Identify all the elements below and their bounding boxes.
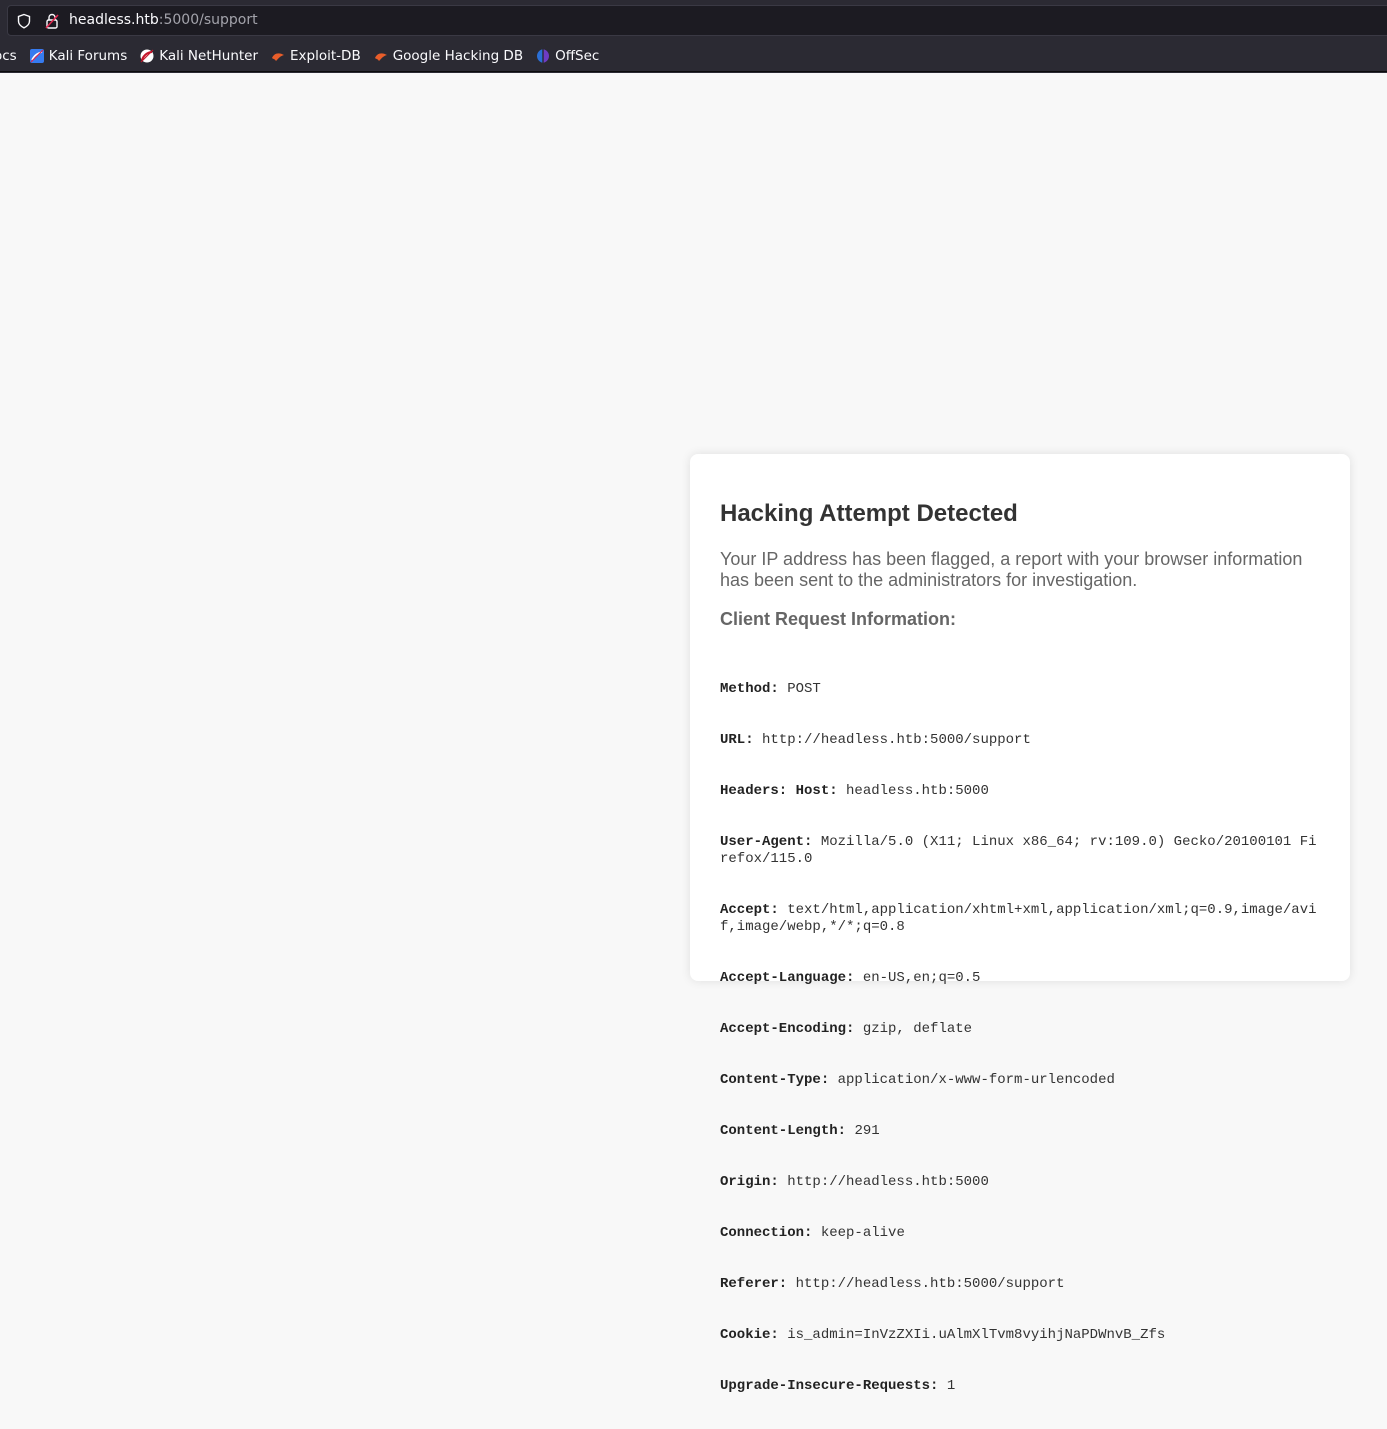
field-value: 1 (946, 1378, 956, 1394)
bookmark-label: Kali NetHunter (159, 47, 259, 64)
bookmark-label: Google Hacking DB (392, 47, 524, 64)
field-value: headless.htb:5000 (846, 783, 989, 799)
field-value: en-US,en;q=0.5 (862, 970, 981, 986)
field-key: Method: (720, 681, 779, 697)
request-info-list: Method: POST URL: http://headless.htb:50… (720, 647, 1320, 1429)
field-key: Content-Length: (720, 1123, 847, 1139)
request-field-user-agent: User-Agent: Mozilla/5.0 (X11; Linux x86_… (720, 834, 1320, 868)
request-field-content-length: Content-Length: 291 (720, 1123, 1320, 1140)
field-value: gzip, deflate (862, 1021, 973, 1037)
exploit-db-icon (272, 52, 285, 61)
field-key: Accept: (720, 902, 779, 918)
offsec-icon (537, 48, 550, 63)
field-value: application/x-www-form-urlencoded (837, 1072, 1115, 1088)
request-info-heading: Client Request Information: (720, 609, 957, 629)
field-value: http://headless.htb:5000/support (762, 732, 1031, 748)
browser-chrome: headless.htb:5000/support ocs Kali Forum… (0, 0, 1387, 73)
url-host: headless.htb (69, 12, 159, 28)
field-key: Cookie: (720, 1327, 779, 1343)
field-value: keep-alive (820, 1225, 905, 1241)
kali-forums-icon (29, 48, 44, 63)
request-field-accept-encoding: Accept-Encoding: gzip, deflate (720, 1021, 1320, 1038)
bookmark-google-hacking-db[interactable]: Google Hacking DB (373, 48, 523, 64)
alert-message: Your IP address has been flagged, a repo… (720, 549, 1303, 590)
bookmark-label: Exploit-DB (290, 47, 361, 64)
request-field-accept-language: Accept-Language: en-US,en;q=0.5 (720, 970, 1320, 987)
hacking-alert-card: Hacking Attempt Detected Your IP address… (690, 454, 1350, 1394)
bookmark-label: ocs (0, 47, 17, 64)
request-field-accept: Accept: text/html,application/xhtml+xml,… (720, 902, 1320, 936)
address-bar[interactable]: headless.htb:5000/support (7, 5, 1387, 36)
bookmark-docs[interactable]: ocs (0, 48, 17, 64)
field-value: http://headless.htb:5000 (787, 1174, 989, 1190)
kali-nethunter-icon (140, 49, 154, 62)
ghdb-icon (374, 52, 387, 61)
field-key: Upgrade-Insecure-Requests: (720, 1378, 939, 1394)
field-key: Connection: (720, 1225, 813, 1241)
field-key: Content-Type: (720, 1072, 830, 1088)
bookmark-offsec[interactable]: OffSec (535, 48, 599, 64)
field-key: Origin: (720, 1174, 779, 1190)
request-field-method: Method: POST (720, 681, 1320, 698)
bookmark-label: OffSec (555, 47, 600, 64)
insecure-lock-icon[interactable] (44, 12, 60, 30)
request-field-origin: Origin: http://headless.htb:5000 (720, 1174, 1320, 1191)
request-field-referer: Referer: http://headless.htb:5000/suppor… (720, 1276, 1320, 1293)
field-key: Headers: Host: (720, 783, 838, 799)
request-field-connection: Connection: keep-alive (720, 1225, 1320, 1242)
url-path: :5000/support (158, 12, 258, 28)
field-key: User-Agent: (720, 834, 813, 850)
alert-title: Hacking Attempt Detected (720, 500, 1018, 527)
url-text[interactable]: headless.htb:5000/support (69, 12, 258, 28)
bookmark-kali-forums[interactable]: Kali Forums (29, 47, 128, 64)
request-field-url: URL: http://headless.htb:5000/support (720, 732, 1320, 749)
request-field-host: Headers: Host: headless.htb:5000 (720, 783, 1320, 800)
field-key: Accept-Language: (720, 970, 855, 986)
field-value: http://headless.htb:5000/support (795, 1276, 1065, 1292)
field-key: URL: (720, 732, 754, 748)
request-field-content-type: Content-Type: application/x-www-form-url… (720, 1072, 1320, 1089)
field-key: Referer: (720, 1276, 788, 1292)
field-value: text/html,application/xhtml+xml,applicat… (720, 902, 1317, 935)
field-value: 291 (854, 1123, 880, 1139)
bookmark-exploit-db[interactable]: Exploit-DB (270, 48, 361, 64)
bookmark-kali-nethunter[interactable]: Kali NetHunter (139, 48, 258, 64)
field-value: is_admin=InVzZXIi.uAlmXlTvm8vyihjNaPDWnv… (787, 1327, 1166, 1343)
request-field-upgrade-insecure-requests: Upgrade-Insecure-Requests: 1 (720, 1378, 1320, 1395)
bookmarks-toolbar: ocs Kali Forums Kali NetHunter Exploit-D… (0, 40, 1387, 72)
request-field-cookie: Cookie: is_admin=InVzZXIi.uAlmXlTvm8vyih… (720, 1327, 1320, 1344)
field-value: POST (787, 681, 821, 697)
field-key: Accept-Encoding: (720, 1021, 855, 1037)
bookmark-label: Kali Forums (48, 47, 128, 64)
tracking-protection-shield-icon[interactable] (16, 13, 32, 29)
